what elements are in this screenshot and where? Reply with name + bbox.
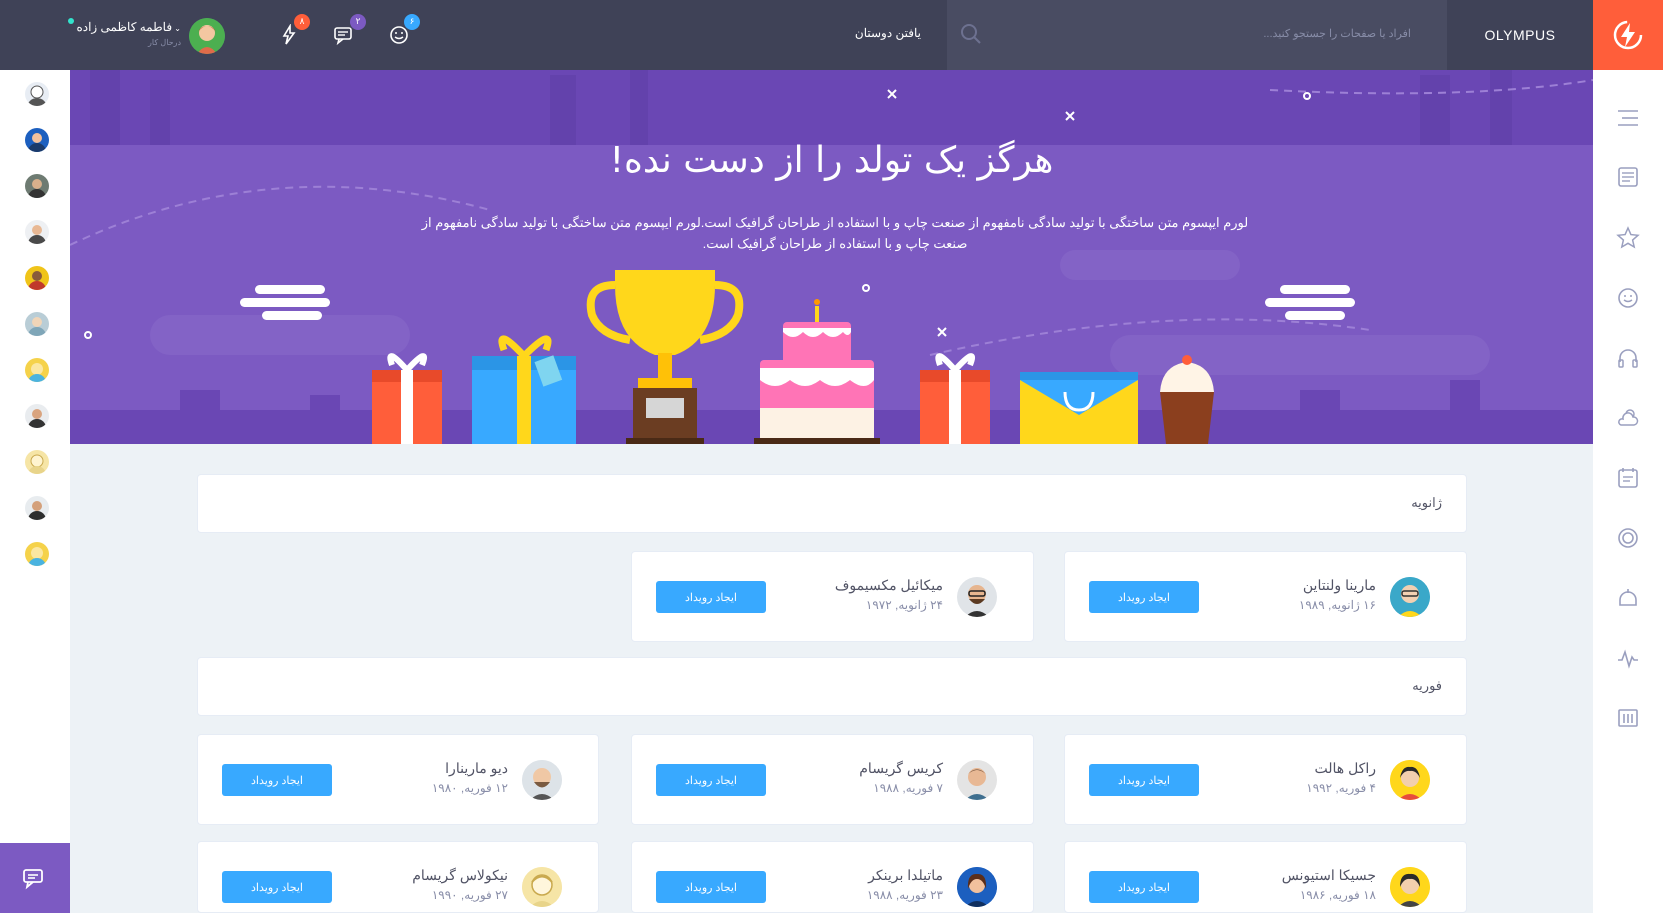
friend-avatar[interactable] [25, 82, 49, 106]
messages-button[interactable]: ۲ [328, 14, 366, 52]
user-name-text: فاطمه کاظمی زاده [76, 20, 173, 34]
cake-icon[interactable] [1616, 586, 1640, 610]
friend-avatar[interactable] [25, 542, 49, 566]
user-name: ⌄ فاطمه کاظمی زاده [76, 20, 181, 34]
hero-illustration [70, 70, 1593, 444]
person-name[interactable]: نیکولاس گریسام [412, 867, 508, 884]
friend-avatar[interactable] [25, 128, 49, 152]
birthday-card: دیو مارینارا ۱۲ فوریه, ۱۹۸۰ ایجاد رویداد [197, 734, 599, 825]
birth-date: ۱۲ فوریه, ۱۹۸۰ [431, 781, 508, 795]
user-avatar[interactable] [189, 18, 225, 54]
person-name[interactable]: دیو مارینارا [445, 760, 508, 777]
person-name[interactable]: مارینا ولنتاین [1303, 577, 1376, 594]
messages-count-badge: ۲ [350, 14, 366, 30]
avatar[interactable] [522, 867, 562, 907]
avatar[interactable] [957, 760, 997, 800]
birthday-card: جسیکا استیونس ۱۸ فوریه, ۱۹۸۶ ایجاد رویدا… [1064, 841, 1467, 913]
friend-avatar[interactable] [25, 266, 49, 290]
month-header-january: ژانویه [197, 474, 1467, 533]
person-name[interactable]: میکائیل مکسیموف [835, 577, 943, 594]
create-event-button[interactable]: ایجاد رویداد [222, 871, 332, 903]
birth-date: ۲۴ ژانویه, ۱۹۷۲ [865, 598, 943, 612]
birth-date: ۴ فوریه, ۱۹۹۲ [1306, 781, 1376, 795]
friend-requests-button[interactable]: ۶ [382, 14, 420, 52]
notifications-button[interactable]: ۸ [272, 14, 310, 52]
avatar[interactable] [1390, 867, 1430, 907]
friend-avatar[interactable] [25, 358, 49, 382]
hero-description-line: لورم ایپسوم متن ساختگی با تولید سادگی نا… [421, 215, 1249, 230]
top-header: OLYMPUS افراد یا صفحات را جستجو کنید... … [0, 0, 1663, 70]
hero-description-line: صنعت چاپ و با استفاده از طراحان گرافیک ا… [702, 236, 968, 251]
menu-icon[interactable] [1616, 106, 1640, 130]
hero-description: لورم ایپسوم متن ساختگی با تولید سادگی نا… [410, 212, 1260, 254]
chevron-down-icon: ⌄ [172, 24, 181, 33]
avatar[interactable] [957, 867, 997, 907]
create-event-button[interactable]: ایجاد رویداد [656, 581, 766, 613]
create-event-button[interactable]: ایجاد رویداد [1089, 764, 1199, 796]
person-name[interactable]: جسیکا استیونس [1282, 867, 1376, 884]
weather-icon[interactable] [1616, 406, 1640, 430]
birth-date: ۲۷ فوریه, ۱۹۹۰ [431, 888, 508, 902]
birthday-card: مارینا ولنتاین ۱۶ ژانویه, ۱۹۸۹ ایجاد روی… [1064, 551, 1467, 642]
brand-name[interactable]: OLYMPUS [1447, 0, 1593, 70]
birthday-card: راکل هالت ۴ فوریه, ۱۹۹۲ ایجاد رویداد [1064, 734, 1467, 825]
open-chat-button[interactable] [0, 843, 70, 913]
create-event-button[interactable]: ایجاد رویداد [656, 871, 766, 903]
target-icon[interactable] [1616, 526, 1640, 550]
user-status: درحال کار [148, 38, 181, 47]
create-event-button[interactable]: ایجاد رویداد [656, 764, 766, 796]
logo-button[interactable] [1593, 0, 1663, 70]
avatar[interactable] [957, 577, 997, 617]
happy-face-icon[interactable] [1616, 286, 1640, 310]
activity-icon[interactable] [1616, 646, 1640, 670]
month-label: ژانویه [1411, 495, 1442, 510]
friend-avatar[interactable] [25, 496, 49, 520]
person-name[interactable]: کریس گریسام [859, 760, 943, 777]
hero-title: هرگز یک تولد را از دست نده! [609, 140, 1054, 181]
avatar[interactable] [1390, 577, 1430, 617]
birth-date: ۱۸ فوریه, ۱۹۸۶ [1299, 888, 1376, 902]
navigation-sidebar [1593, 70, 1663, 913]
lightning-logo-icon [1613, 20, 1643, 50]
avatar[interactable] [1390, 760, 1430, 800]
newsfeed-icon[interactable] [1616, 165, 1640, 189]
online-status-dot [68, 18, 74, 24]
month-label: فوریه [1412, 678, 1442, 693]
friends-count-badge: ۶ [404, 14, 420, 30]
search-icon[interactable] [959, 22, 983, 46]
friend-avatar[interactable] [25, 450, 49, 474]
month-header-february: فوریه [197, 657, 1467, 716]
friend-avatar[interactable] [25, 220, 49, 244]
star-icon[interactable] [1616, 226, 1640, 250]
birthday-card: میکائیل مکسیموف ۲۴ ژانویه, ۱۹۷۲ ایجاد رو… [631, 551, 1034, 642]
birth-date: ۲۳ فوریه, ۱۹۸۸ [866, 888, 943, 902]
stats-icon[interactable] [1616, 706, 1640, 730]
create-event-button[interactable]: ایجاد رویداد [1089, 871, 1199, 903]
birth-date: ۷ فوریه, ۱۹۸۸ [873, 781, 943, 795]
chat-icon [23, 869, 43, 890]
search-bar[interactable]: افراد یا صفحات را جستجو کنید... [947, 0, 1447, 70]
friend-avatar[interactable] [25, 404, 49, 428]
create-event-button[interactable]: ایجاد رویداد [1089, 581, 1199, 613]
birthday-card: کریس گریسام ۷ فوریه, ۱۹۸۸ ایجاد رویداد [631, 734, 1034, 825]
user-account-menu[interactable]: ⌄ فاطمه کاظمی زاده درحال کار [60, 16, 225, 56]
birthday-hero-banner: هرگز یک تولد را از دست نده! لورم ایپسوم … [70, 70, 1593, 444]
birth-date: ۱۶ ژانویه, ۱۹۸۹ [1298, 598, 1376, 612]
notifications-count-badge: ۸ [294, 14, 310, 30]
create-event-button[interactable]: ایجاد رویداد [222, 764, 332, 796]
avatar[interactable] [522, 760, 562, 800]
friend-avatar[interactable] [25, 312, 49, 336]
headphones-icon[interactable] [1616, 346, 1640, 370]
calendar-icon[interactable] [1616, 466, 1640, 490]
friends-sidebar [0, 70, 70, 913]
birthday-card: نیکولاس گریسام ۲۷ فوریه, ۱۹۹۰ ایجاد روید… [197, 841, 599, 913]
person-name[interactable]: ماتیلدا برینکر [868, 867, 943, 884]
friend-avatar[interactable] [25, 174, 49, 198]
find-friends-link[interactable]: یافتن دوستان [855, 26, 921, 40]
person-name[interactable]: راکل هالت [1315, 760, 1376, 777]
search-input[interactable]: افراد یا صفحات را جستجو کنید... [1263, 27, 1411, 40]
birthday-card: ماتیلدا برینکر ۲۳ فوریه, ۱۹۸۸ ایجاد روید… [631, 841, 1034, 913]
